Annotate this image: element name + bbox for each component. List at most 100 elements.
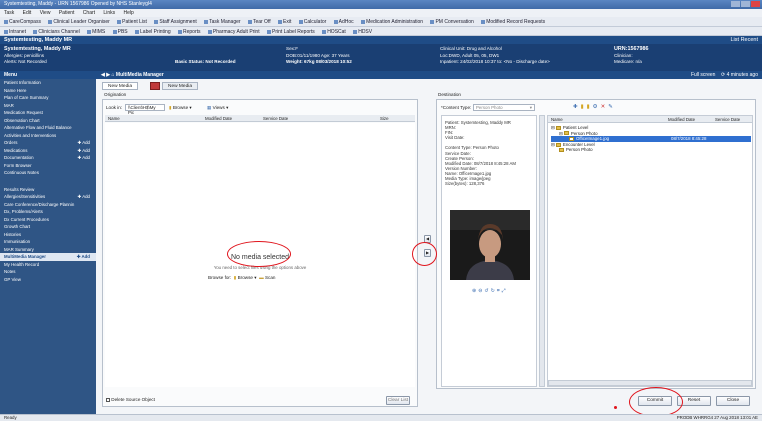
refresh-icon[interactable]: ⟳ xyxy=(721,72,725,78)
link-hoscat[interactable]: HOSCat xyxy=(322,29,346,35)
tree-node-office-image[interactable]: OfficeImage1.jpg 08/7/2018 8:45:28 xyxy=(551,136,751,142)
sidebar-item-medications[interactable]: Medications ✚ Add xyxy=(0,147,96,155)
look-in-field[interactable]: \\Client\H$\My Pic xyxy=(125,104,165,115)
home-icon[interactable]: ⌂ xyxy=(112,72,115,78)
preview-splitter-scrollbar[interactable] xyxy=(539,115,545,387)
toolbar-calculator[interactable]: Calculator xyxy=(298,19,326,25)
browse-link[interactable]: ▮ Browse ▾ xyxy=(234,275,257,280)
sidebar-item-histories[interactable]: Histories xyxy=(0,231,96,239)
menu-links[interactable]: Links xyxy=(103,10,115,16)
sidebar-item-mar-summary[interactable]: MAR Summary xyxy=(0,246,96,254)
sidebar-item-plan-of-care[interactable]: Plan of Care Summary xyxy=(0,94,96,102)
full-screen-button[interactable]: Full screen xyxy=(691,72,715,78)
collapse-icon[interactable]: ⊟ xyxy=(551,125,555,130)
toolbar-med-admin[interactable]: Medication Administration xyxy=(361,19,423,25)
add-multimedia-button[interactable]: ✚ Add xyxy=(77,254,90,260)
sidebar-item-patient-information[interactable]: Patient Information xyxy=(0,79,96,87)
close-button[interactable]: Close xyxy=(716,396,750,406)
tab-new-media-1[interactable]: New Media xyxy=(102,82,138,90)
toolbar-adhoc[interactable]: AdHoc xyxy=(333,19,354,25)
tab-media-icon[interactable] xyxy=(150,82,160,90)
link-pbs[interactable]: PBS xyxy=(112,29,128,35)
sidebar-item-continuous-notes[interactable]: Continuous Notes xyxy=(0,169,96,177)
link-mims[interactable]: MIMS xyxy=(87,29,105,35)
menu-task[interactable]: Task xyxy=(4,10,14,16)
collapse-icon[interactable]: ⊟ xyxy=(551,142,555,147)
add-medications-button[interactable]: ✚ Add xyxy=(78,148,90,154)
patient-tab[interactable]: Systemtesting, Maddy MR xyxy=(4,37,72,43)
link-label-printing[interactable]: Label Printing xyxy=(135,29,171,35)
edit-icon[interactable]: ✎ xyxy=(608,104,616,110)
toolbar-task-manager[interactable]: Task Manager xyxy=(204,19,241,25)
sidebar-item-allergies[interactable]: Allergies/Sensitivities ✚ Add xyxy=(0,193,96,201)
link-reports[interactable]: Reports xyxy=(178,29,201,35)
fit-icon[interactable]: ⤢ xyxy=(502,288,508,294)
menu-chart[interactable]: Chart xyxy=(83,10,95,16)
sidebar-item-activities[interactable]: Activities and Interventions xyxy=(0,132,96,140)
sidebar-item-mar[interactable]: MAR xyxy=(0,102,96,110)
views-dropdown[interactable]: ▦ Views ▾ xyxy=(207,105,228,111)
tab-new-media-2[interactable]: New Media xyxy=(162,82,198,90)
add-icon[interactable]: ✚ xyxy=(573,104,581,110)
sidebar-item-immunisation[interactable]: Immunisation xyxy=(0,238,96,246)
toolbar-record-requests[interactable]: Modified Record Requests xyxy=(481,19,545,25)
sidebar-item-care-conference[interactable]: Care Conference/Discharge Plannin xyxy=(0,201,96,209)
menu-edit[interactable]: Edit xyxy=(23,10,32,16)
scan-link[interactable]: ▬ Scan xyxy=(259,275,275,280)
minimize-button[interactable] xyxy=(731,1,740,7)
sidebar-item-my-health-record[interactable]: My Health Record xyxy=(0,261,96,269)
alerts[interactable]: Alerts: Not Recorded xyxy=(4,59,71,66)
sidebar-item-procedures[interactable]: Dx Current Procedures xyxy=(0,216,96,224)
settings-icon[interactable]: ⚙ xyxy=(593,104,601,110)
toolbar-exit[interactable]: Exit xyxy=(278,19,291,25)
close-window-button[interactable] xyxy=(751,1,760,7)
toolbar-patient-list[interactable]: Patient List xyxy=(117,19,147,25)
link-clinicians-channel[interactable]: Clinicians Channel xyxy=(33,29,80,35)
toolbar-tear-off[interactable]: Tear Off xyxy=(247,19,271,25)
tree-col-name[interactable]: Name xyxy=(551,117,563,122)
sidebar-item-gp-view[interactable]: GP View xyxy=(0,276,96,284)
add-documentation-button[interactable]: ✚ Add xyxy=(78,155,90,161)
menu-help[interactable]: Help xyxy=(124,10,134,16)
toolbar-pm-conversation[interactable]: PM Conversation xyxy=(430,19,474,25)
tree-col-service[interactable]: Service Date xyxy=(715,117,740,122)
back-icon[interactable]: ◀ xyxy=(101,72,105,78)
sidebar-item-growth-chart[interactable]: Growth Chart xyxy=(0,223,96,231)
checkbox-box[interactable] xyxy=(106,397,110,402)
toolbar-staff-assignment[interactable]: Staff Assignment xyxy=(154,19,197,25)
collapse-icon[interactable]: ⊟ xyxy=(559,131,563,136)
tree-node-encounter-person-photo[interactable]: Person Photo xyxy=(551,147,751,153)
content-type-select[interactable]: Person Photo ▾ xyxy=(473,104,535,111)
col-service[interactable]: Service Date xyxy=(263,116,288,121)
sidebar-item-documentation[interactable]: Documentation ✚ Add xyxy=(0,154,96,162)
menu-patient[interactable]: Patient xyxy=(59,10,75,16)
sidebar-item-medication-request[interactable]: Medication Request xyxy=(0,109,96,117)
sidebar-item-problems[interactable]: Dx, Problems/Alerts xyxy=(0,208,96,216)
add-allergies-button[interactable]: ✚ Add xyxy=(78,194,90,200)
patient-nav[interactable]: List Recent xyxy=(730,37,758,43)
tree-col-modified[interactable]: Modified Date xyxy=(668,117,695,122)
menu-view[interactable]: View xyxy=(40,10,51,16)
toolbar-clinical-leader[interactable]: Clinical Leader Organiser xyxy=(48,19,110,25)
sidebar-item-orders[interactable]: Orders ✚ Add xyxy=(0,139,96,147)
sidebar-item-results-review[interactable]: Results Review xyxy=(0,186,96,194)
forward-icon[interactable]: ▶ xyxy=(106,72,110,78)
clear-list-button[interactable]: Clear List xyxy=(386,396,410,405)
col-size[interactable]: Size xyxy=(380,116,389,121)
browse-dropdown[interactable]: ▮ Browse ▾ xyxy=(169,105,192,111)
sidebar-item-notes[interactable]: Notes xyxy=(0,268,96,276)
link-print-label-reports[interactable]: Print Label Reports xyxy=(266,29,315,35)
sidebar-item-fluid-balance[interactable]: Alternative Flow and Fluid Balance xyxy=(0,124,96,132)
toolbar-carecompass[interactable]: CareCompass xyxy=(4,19,41,25)
sidebar-item-form-browser[interactable]: Form Browser xyxy=(0,162,96,170)
link-pharmacy-print[interactable]: Pharmacy Adult Print xyxy=(207,29,260,35)
link-intranet[interactable]: Intranet xyxy=(4,29,26,35)
link-hdsv[interactable]: HDSV xyxy=(353,29,372,35)
col-name[interactable]: Name xyxy=(108,116,120,121)
destination-tree[interactable]: Name Modified Date Service Date ⊟ Patien… xyxy=(547,115,753,387)
sidebar-item-multimedia-manager[interactable]: MultiMedia Manager ✚ Add xyxy=(0,253,96,261)
delete-source-checkbox[interactable]: Delete Source Object xyxy=(106,397,155,402)
tree-horizontal-scrollbar[interactable] xyxy=(548,380,752,386)
sidebar-item-name-here[interactable]: Name Here xyxy=(0,87,96,95)
maximize-button[interactable] xyxy=(741,1,750,7)
